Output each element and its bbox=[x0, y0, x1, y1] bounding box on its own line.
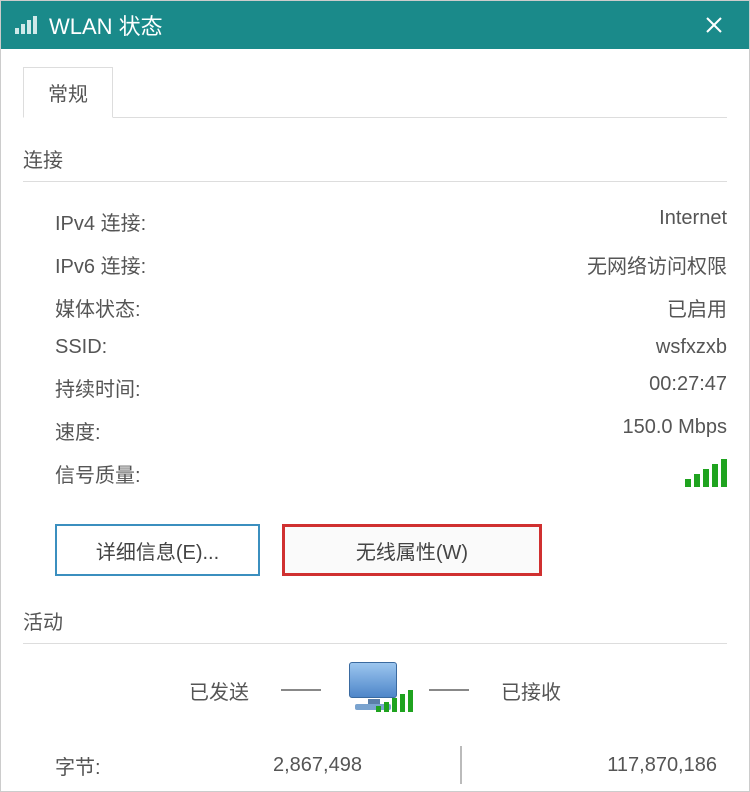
divider bbox=[23, 181, 727, 182]
speed-value: 150.0 Mbps bbox=[622, 416, 727, 445]
close-button[interactable] bbox=[693, 1, 735, 49]
button-row: 详细信息(E)... 无线属性(W) bbox=[23, 524, 727, 576]
window-title: WLAN 状态 bbox=[49, 9, 163, 41]
ssid-label: SSID: bbox=[55, 336, 107, 359]
duration-value: 00:27:47 bbox=[649, 373, 727, 402]
ipv4-label: IPv4 连接: bbox=[55, 207, 146, 236]
speed-row: 速度: 150.0 Mbps bbox=[55, 409, 727, 452]
speed-label: 速度: bbox=[55, 416, 101, 445]
connection-details: IPv4 连接: Internet IPv6 连接: 无网络访问权限 媒体状态:… bbox=[23, 200, 727, 500]
duration-label: 持续时间: bbox=[55, 373, 141, 402]
activity-visual-row: 已发送 已接收 bbox=[23, 662, 727, 718]
titlebar: WLAN 状态 bbox=[1, 1, 749, 49]
received-label: 已接收 bbox=[491, 676, 571, 705]
close-icon bbox=[705, 16, 723, 34]
wireless-button-label: 无线属性(W) bbox=[356, 536, 468, 565]
duration-row: 持续时间: 00:27:47 bbox=[55, 366, 727, 409]
wireless-properties-button[interactable]: 无线属性(W) bbox=[282, 524, 542, 576]
line-icon bbox=[429, 689, 469, 691]
activity-section-label: 活动 bbox=[23, 606, 727, 635]
wlan-status-window: WLAN 状态 常规 连接 IPv4 连接: Internet IPv6 连接:… bbox=[0, 0, 750, 792]
ipv6-value: 无网络访问权限 bbox=[587, 250, 727, 279]
line-icon bbox=[281, 689, 321, 691]
wifi-icon bbox=[15, 16, 37, 34]
ipv4-value: Internet bbox=[659, 207, 727, 236]
media-value: 已启用 bbox=[667, 293, 727, 322]
signal-quality-icon bbox=[685, 459, 727, 493]
bytes-sent-value: 2,867,498 bbox=[205, 754, 430, 777]
ipv6-row: IPv6 连接: 无网络访问权限 bbox=[55, 243, 727, 286]
ssid-row: SSID: wsfxzxb bbox=[55, 329, 727, 366]
sent-label: 已发送 bbox=[179, 676, 259, 705]
details-button[interactable]: 详细信息(E)... bbox=[55, 524, 260, 576]
separator-icon bbox=[460, 746, 462, 784]
media-row: 媒体状态: 已启用 bbox=[55, 286, 727, 329]
signal-row: 信号质量: bbox=[55, 452, 727, 500]
bytes-label: 字节: bbox=[55, 751, 205, 780]
computer-icon bbox=[343, 662, 407, 718]
signal-label: 信号质量: bbox=[55, 459, 141, 493]
media-label: 媒体状态: bbox=[55, 293, 141, 322]
ipv4-row: IPv4 连接: Internet bbox=[55, 200, 727, 243]
bytes-row: 字节: 2,867,498 117,870,186 bbox=[23, 746, 727, 784]
divider bbox=[23, 643, 727, 644]
connection-section-label: 连接 bbox=[23, 144, 727, 173]
signal-bars-icon bbox=[685, 459, 727, 487]
ssid-value: wsfxzxb bbox=[656, 336, 727, 359]
bytes-received-value: 117,870,186 bbox=[492, 754, 727, 777]
tab-general[interactable]: 常规 bbox=[23, 67, 113, 118]
details-button-label: 详细信息(E)... bbox=[96, 536, 219, 565]
content-area: 常规 连接 IPv4 连接: Internet IPv6 连接: 无网络访问权限… bbox=[1, 49, 749, 791]
tab-bar: 常规 bbox=[23, 67, 727, 118]
ipv6-label: IPv6 连接: bbox=[55, 250, 146, 279]
